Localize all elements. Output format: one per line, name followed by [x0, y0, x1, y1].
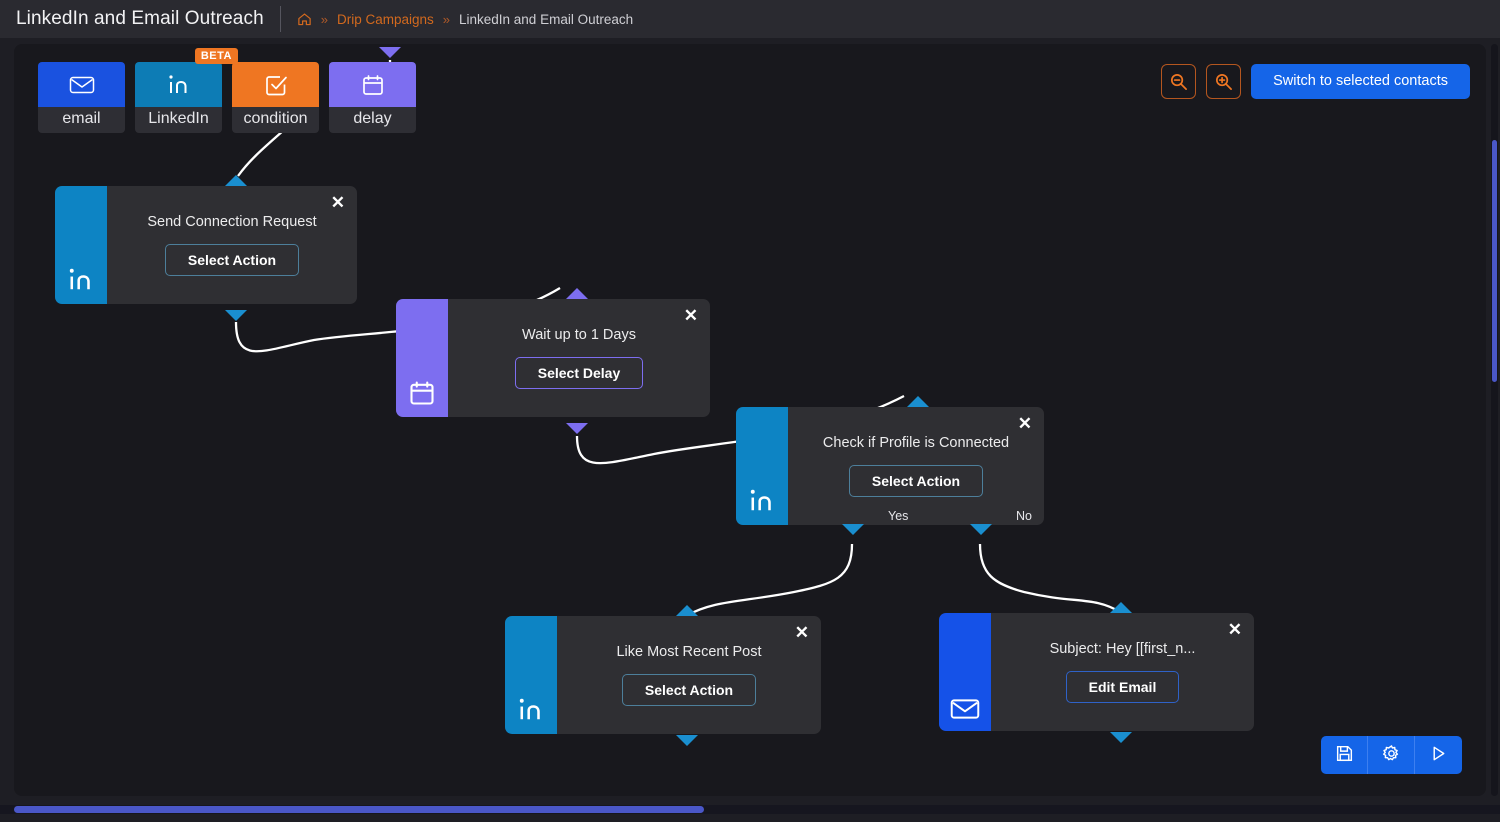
node-palette: email BETA LinkedIn condition — [38, 62, 416, 133]
node-body: ✕ Send Connection Request Select Action — [107, 186, 357, 304]
home-icon[interactable] — [297, 12, 312, 27]
flow-node-send-connection-request[interactable]: ✕ Send Connection Request Select Action — [55, 186, 357, 304]
node-like-post-output-arrow — [676, 735, 698, 746]
palette-tool-condition[interactable]: condition — [232, 62, 319, 133]
node-title: Subject: Hey [[first_n... — [1050, 641, 1196, 657]
palette-tool-linkedin-label: LinkedIn — [135, 107, 222, 133]
node-condition-yes-arrow — [842, 524, 864, 535]
close-icon[interactable]: ✕ — [684, 307, 698, 324]
node-email-input-arrow — [1110, 602, 1132, 613]
flow-node-check-profile-connected[interactable]: ✕ Check if Profile is Connected Select A… — [736, 407, 1044, 525]
canvas-top-controls: Switch to selected contacts — [1161, 64, 1470, 99]
node-title: Check if Profile is Connected — [823, 435, 1009, 451]
flow-canvas[interactable]: email BETA LinkedIn condition — [14, 44, 1486, 796]
play-icon — [1429, 744, 1448, 766]
save-icon — [1335, 744, 1354, 766]
node-body: ✕ Check if Profile is Connected Select A… — [788, 407, 1044, 525]
horizontal-scrollbar[interactable] — [0, 805, 1500, 814]
canvas-action-bar — [1321, 736, 1462, 774]
node-delay-output-arrow — [566, 423, 588, 434]
node-title: Send Connection Request — [147, 214, 316, 230]
linkedin-icon — [505, 616, 557, 734]
horizontal-scrollbar-thumb[interactable] — [14, 806, 704, 813]
breadcrumb: » Drip Campaigns » LinkedIn and Email Ou… — [297, 12, 633, 27]
linkedin-icon — [55, 186, 107, 304]
close-icon[interactable]: ✕ — [1018, 415, 1032, 432]
select-delay-button[interactable]: Select Delay — [515, 357, 644, 389]
settings-button[interactable] — [1368, 736, 1415, 774]
calendar-icon — [329, 62, 416, 107]
connector-yes-branch — [686, 544, 852, 616]
palette-tool-delay[interactable]: delay — [329, 62, 416, 133]
edit-email-button[interactable]: Edit Email — [1066, 671, 1180, 703]
node-connection-output-arrow — [225, 310, 247, 321]
palette-tool-linkedin[interactable]: BETA LinkedIn — [135, 62, 222, 133]
switch-to-selected-contacts-button[interactable]: Switch to selected contacts — [1251, 64, 1470, 99]
vertical-scrollbar[interactable] — [1491, 44, 1498, 796]
flow-node-like-most-recent-post[interactable]: ✕ Like Most Recent Post Select Action — [505, 616, 821, 734]
close-icon[interactable]: ✕ — [331, 194, 345, 211]
palette-delay-arrow — [379, 47, 401, 58]
close-icon[interactable]: ✕ — [795, 624, 809, 641]
node-body: ✕ Wait up to 1 Days Select Delay — [448, 299, 710, 417]
breadcrumb-link-drip-campaigns[interactable]: Drip Campaigns — [337, 12, 434, 27]
branch-label-yes: Yes — [888, 509, 908, 523]
node-body: ✕ Like Most Recent Post Select Action — [557, 616, 821, 734]
breadcrumb-current: LinkedIn and Email Outreach — [459, 12, 633, 27]
node-title: Wait up to 1 Days — [522, 327, 636, 343]
linkedin-icon — [135, 62, 222, 107]
select-action-button[interactable]: Select Action — [165, 244, 299, 276]
save-button[interactable] — [1321, 736, 1368, 774]
calendar-icon — [396, 299, 448, 417]
checkbox-icon — [232, 62, 319, 107]
app-header: LinkedIn and Email Outreach » Drip Campa… — [0, 0, 1500, 38]
palette-tool-delay-label: delay — [329, 107, 416, 133]
node-condition-input-arrow — [907, 396, 929, 407]
node-title: Like Most Recent Post — [616, 644, 761, 660]
breadcrumb-separator-2: » — [443, 12, 450, 27]
palette-tool-email[interactable]: email — [38, 62, 125, 133]
palette-tool-email-label: email — [38, 107, 125, 133]
zoom-in-button[interactable] — [1206, 64, 1241, 99]
gear-icon — [1382, 744, 1401, 766]
select-action-button[interactable]: Select Action — [849, 465, 983, 497]
zoom-out-button[interactable] — [1161, 64, 1196, 99]
select-action-button[interactable]: Select Action — [622, 674, 756, 706]
node-body: ✕ Subject: Hey [[first_n... Edit Email — [991, 613, 1254, 731]
flow-node-wait-delay[interactable]: ✕ Wait up to 1 Days Select Delay — [396, 299, 710, 417]
envelope-icon — [38, 62, 125, 107]
page-title: LinkedIn and Email Outreach — [16, 8, 264, 30]
node-like-post-input-arrow — [676, 605, 698, 616]
vertical-scrollbar-thumb[interactable] — [1492, 140, 1497, 382]
node-email-output-arrow — [1110, 732, 1132, 743]
node-condition-no-arrow — [970, 524, 992, 535]
run-button[interactable] — [1415, 736, 1462, 774]
palette-tool-condition-label: condition — [232, 107, 319, 133]
branch-label-no: No — [1016, 509, 1032, 523]
close-icon[interactable]: ✕ — [1228, 621, 1242, 638]
linkedin-icon — [736, 407, 788, 525]
node-connection-input-arrow — [225, 175, 247, 186]
breadcrumb-separator-1: » — [321, 12, 328, 27]
header-divider — [280, 6, 281, 32]
connector-no-branch — [980, 544, 1120, 612]
envelope-icon — [939, 613, 991, 731]
node-delay-input-arrow — [566, 288, 588, 299]
flow-node-send-email[interactable]: ✕ Subject: Hey [[first_n... Edit Email — [939, 613, 1254, 731]
